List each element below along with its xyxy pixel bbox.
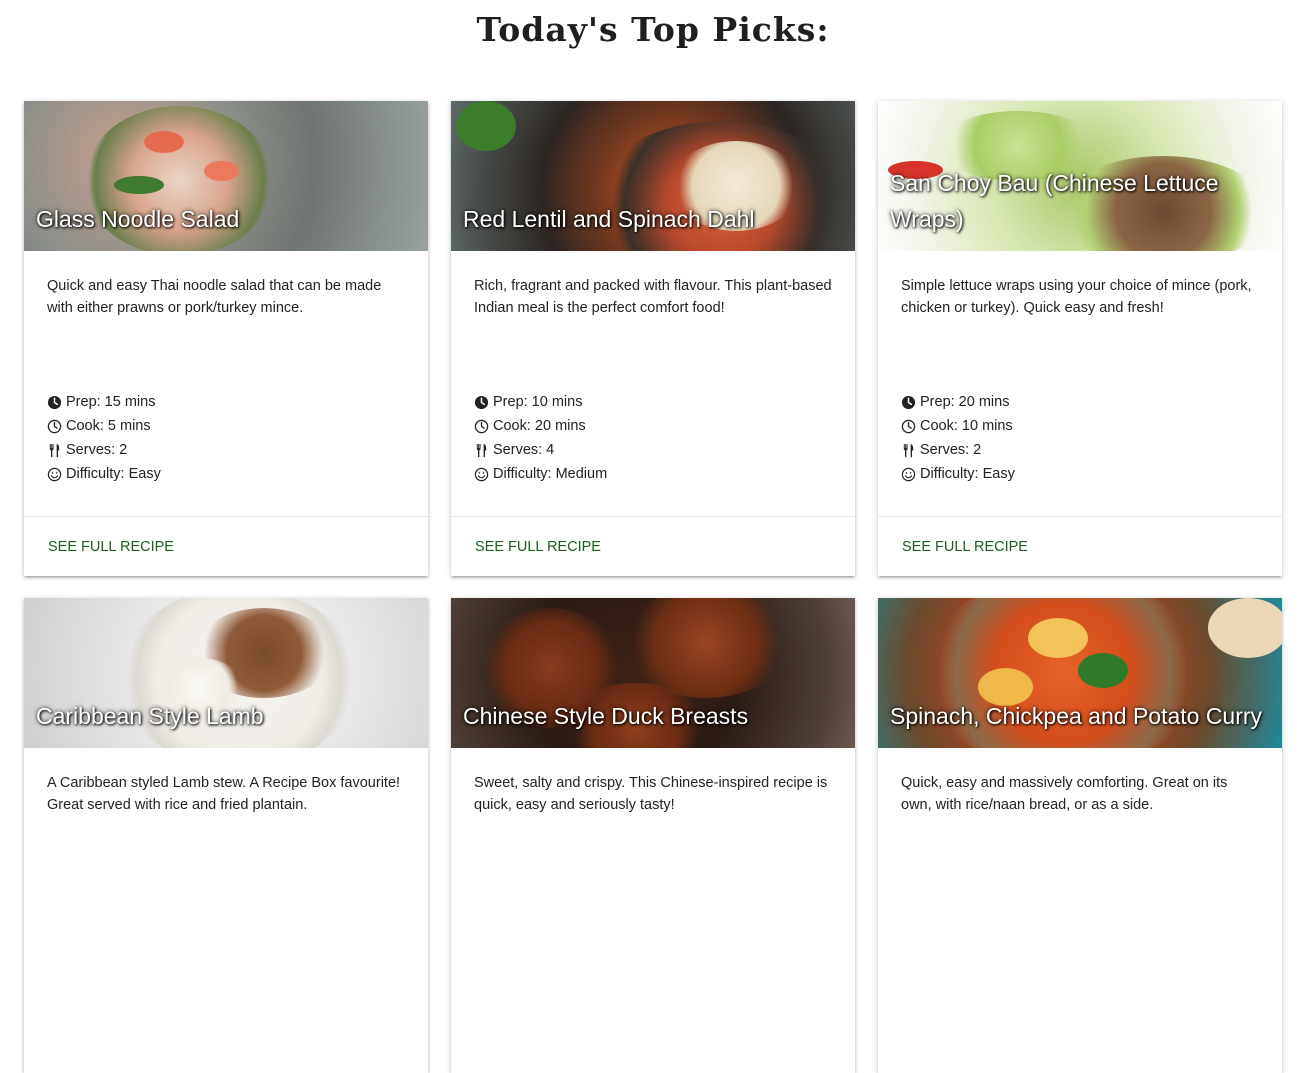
cook-time: Cook: 20 mins [474, 414, 607, 438]
recipe-card: Spinach, Chickpea and Potato Curry Quick… [878, 598, 1282, 1073]
serves-label: Serves: 2 [66, 442, 128, 458]
recipe-action-bar: SEE FULL RECIPE [878, 516, 1282, 576]
recipe-meta: Prep: 20 mins Cook: 10 mins Serves: 2 Di… [901, 390, 1015, 486]
recipe-description: Simple lettuce wraps using your choice o… [901, 278, 1252, 316]
recipe-description: Rich, fragrant and packed with flavour. … [474, 278, 832, 316]
cutlery-icon [903, 443, 914, 457]
recipe-title: Red Lentil and Spinach Dahl [463, 206, 755, 232]
difficulty-label: Difficulty: Easy [66, 466, 161, 482]
recipe-action-bar: SEE FULL RECIPE [24, 516, 428, 576]
recipe-title: Glass Noodle Salad [36, 206, 240, 232]
serves-label: Serves: 4 [493, 442, 555, 458]
prep-label: Prep: 15 mins [66, 394, 156, 410]
cutlery-icon [476, 443, 487, 457]
difficulty-label: Difficulty: Easy [920, 466, 1015, 482]
cook-label: Cook: 10 mins [920, 418, 1013, 434]
recipe-description: Quick and easy Thai noodle salad that ca… [47, 278, 382, 316]
smiley-icon [474, 467, 489, 481]
clock-outline-icon [474, 419, 489, 433]
recipe-action-bar: SEE FULL RECIPE [451, 516, 855, 576]
cook-label: Cook: 5 mins [66, 418, 151, 434]
difficulty: Difficulty: Medium [474, 462, 607, 486]
recipe-image-red-lentil-dahl[interactable]: Red Lentil and Spinach Dahl [451, 101, 855, 251]
recipe-grid: Glass Noodle Salad Quick and easy Thai n… [24, 101, 1282, 1073]
clock-outline-icon [47, 419, 62, 433]
recipe-meta: Prep: 10 mins Cook: 20 mins Serves: 4 Di… [474, 390, 607, 486]
difficulty: Difficulty: Easy [47, 462, 161, 486]
clock-filled-icon [474, 395, 489, 409]
clock-filled-icon [47, 395, 62, 409]
cutlery-icon [49, 443, 60, 457]
clock-filled-icon [901, 395, 916, 409]
recipe-description: Quick, easy and massively comforting. Gr… [901, 775, 1228, 813]
recipe-content: Quick, easy and massively comforting. Gr… [878, 748, 1282, 988]
recipe-image-chickpea-curry[interactable]: Spinach, Chickpea and Potato Curry [878, 598, 1282, 748]
recipe-title: Spinach, Chickpea and Potato Curry [890, 703, 1263, 729]
serves: Serves: 4 [474, 438, 607, 462]
serves: Serves: 2 [47, 438, 161, 462]
recipe-image-caribbean-lamb[interactable]: Caribbean Style Lamb [24, 598, 428, 748]
recipe-title: Chinese Style Duck Breasts [463, 703, 749, 729]
recipe-description: A Caribbean styled Lamb stew. A Recipe B… [47, 775, 401, 813]
see-full-recipe-link[interactable]: SEE FULL RECIPE [48, 539, 174, 555]
cook-label: Cook: 20 mins [493, 418, 586, 434]
difficulty: Difficulty: Easy [901, 462, 1015, 486]
see-full-recipe-link[interactable]: SEE FULL RECIPE [902, 539, 1028, 555]
cook-time: Cook: 5 mins [47, 414, 161, 438]
recipe-image-glass-noodle-salad[interactable]: Glass Noodle Salad [24, 101, 428, 251]
clock-outline-icon [901, 419, 916, 433]
recipe-card: Glass Noodle Salad Quick and easy Thai n… [24, 101, 428, 576]
recipe-content: Sweet, salty and crispy. This Chinese-in… [451, 748, 855, 988]
recipe-card: Chinese Style Duck Breasts Sweet, salty … [451, 598, 855, 1073]
recipe-card: San Choy Bau (Chinese Lettuce Wraps) Sim… [878, 101, 1282, 576]
prep-label: Prep: 10 mins [493, 394, 583, 410]
smiley-icon [901, 467, 916, 481]
serves: Serves: 2 [901, 438, 1015, 462]
page-title: Today's Top Picks: [476, 10, 830, 49]
recipe-card: Red Lentil and Spinach Dahl Rich, fragra… [451, 101, 855, 576]
prep-time: Prep: 20 mins [901, 390, 1015, 414]
recipe-meta: Prep: 15 mins Cook: 5 mins Serves: 2 Dif… [47, 390, 161, 486]
smiley-icon [47, 467, 62, 481]
recipe-description: Sweet, salty and crispy. This Chinese-in… [474, 775, 828, 813]
recipe-card: Caribbean Style Lamb A Caribbean styled … [24, 598, 428, 1073]
difficulty-label: Difficulty: Medium [493, 466, 608, 482]
recipe-content: A Caribbean styled Lamb stew. A Recipe B… [24, 748, 428, 988]
prep-label: Prep: 20 mins [920, 394, 1010, 410]
cook-time: Cook: 10 mins [901, 414, 1015, 438]
prep-time: Prep: 15 mins [47, 390, 161, 414]
serves-label: Serves: 2 [920, 442, 982, 458]
prep-time: Prep: 10 mins [474, 390, 607, 414]
recipe-title: Caribbean Style Lamb [36, 703, 264, 729]
recipe-image-duck-breasts[interactable]: Chinese Style Duck Breasts [451, 598, 855, 748]
recipe-image-san-choy-bau[interactable]: San Choy Bau (Chinese Lettuce Wraps) [878, 101, 1282, 251]
recipe-title: San Choy Bau (Chinese Lettuce Wraps) [890, 170, 1219, 232]
see-full-recipe-link[interactable]: SEE FULL RECIPE [475, 539, 601, 555]
